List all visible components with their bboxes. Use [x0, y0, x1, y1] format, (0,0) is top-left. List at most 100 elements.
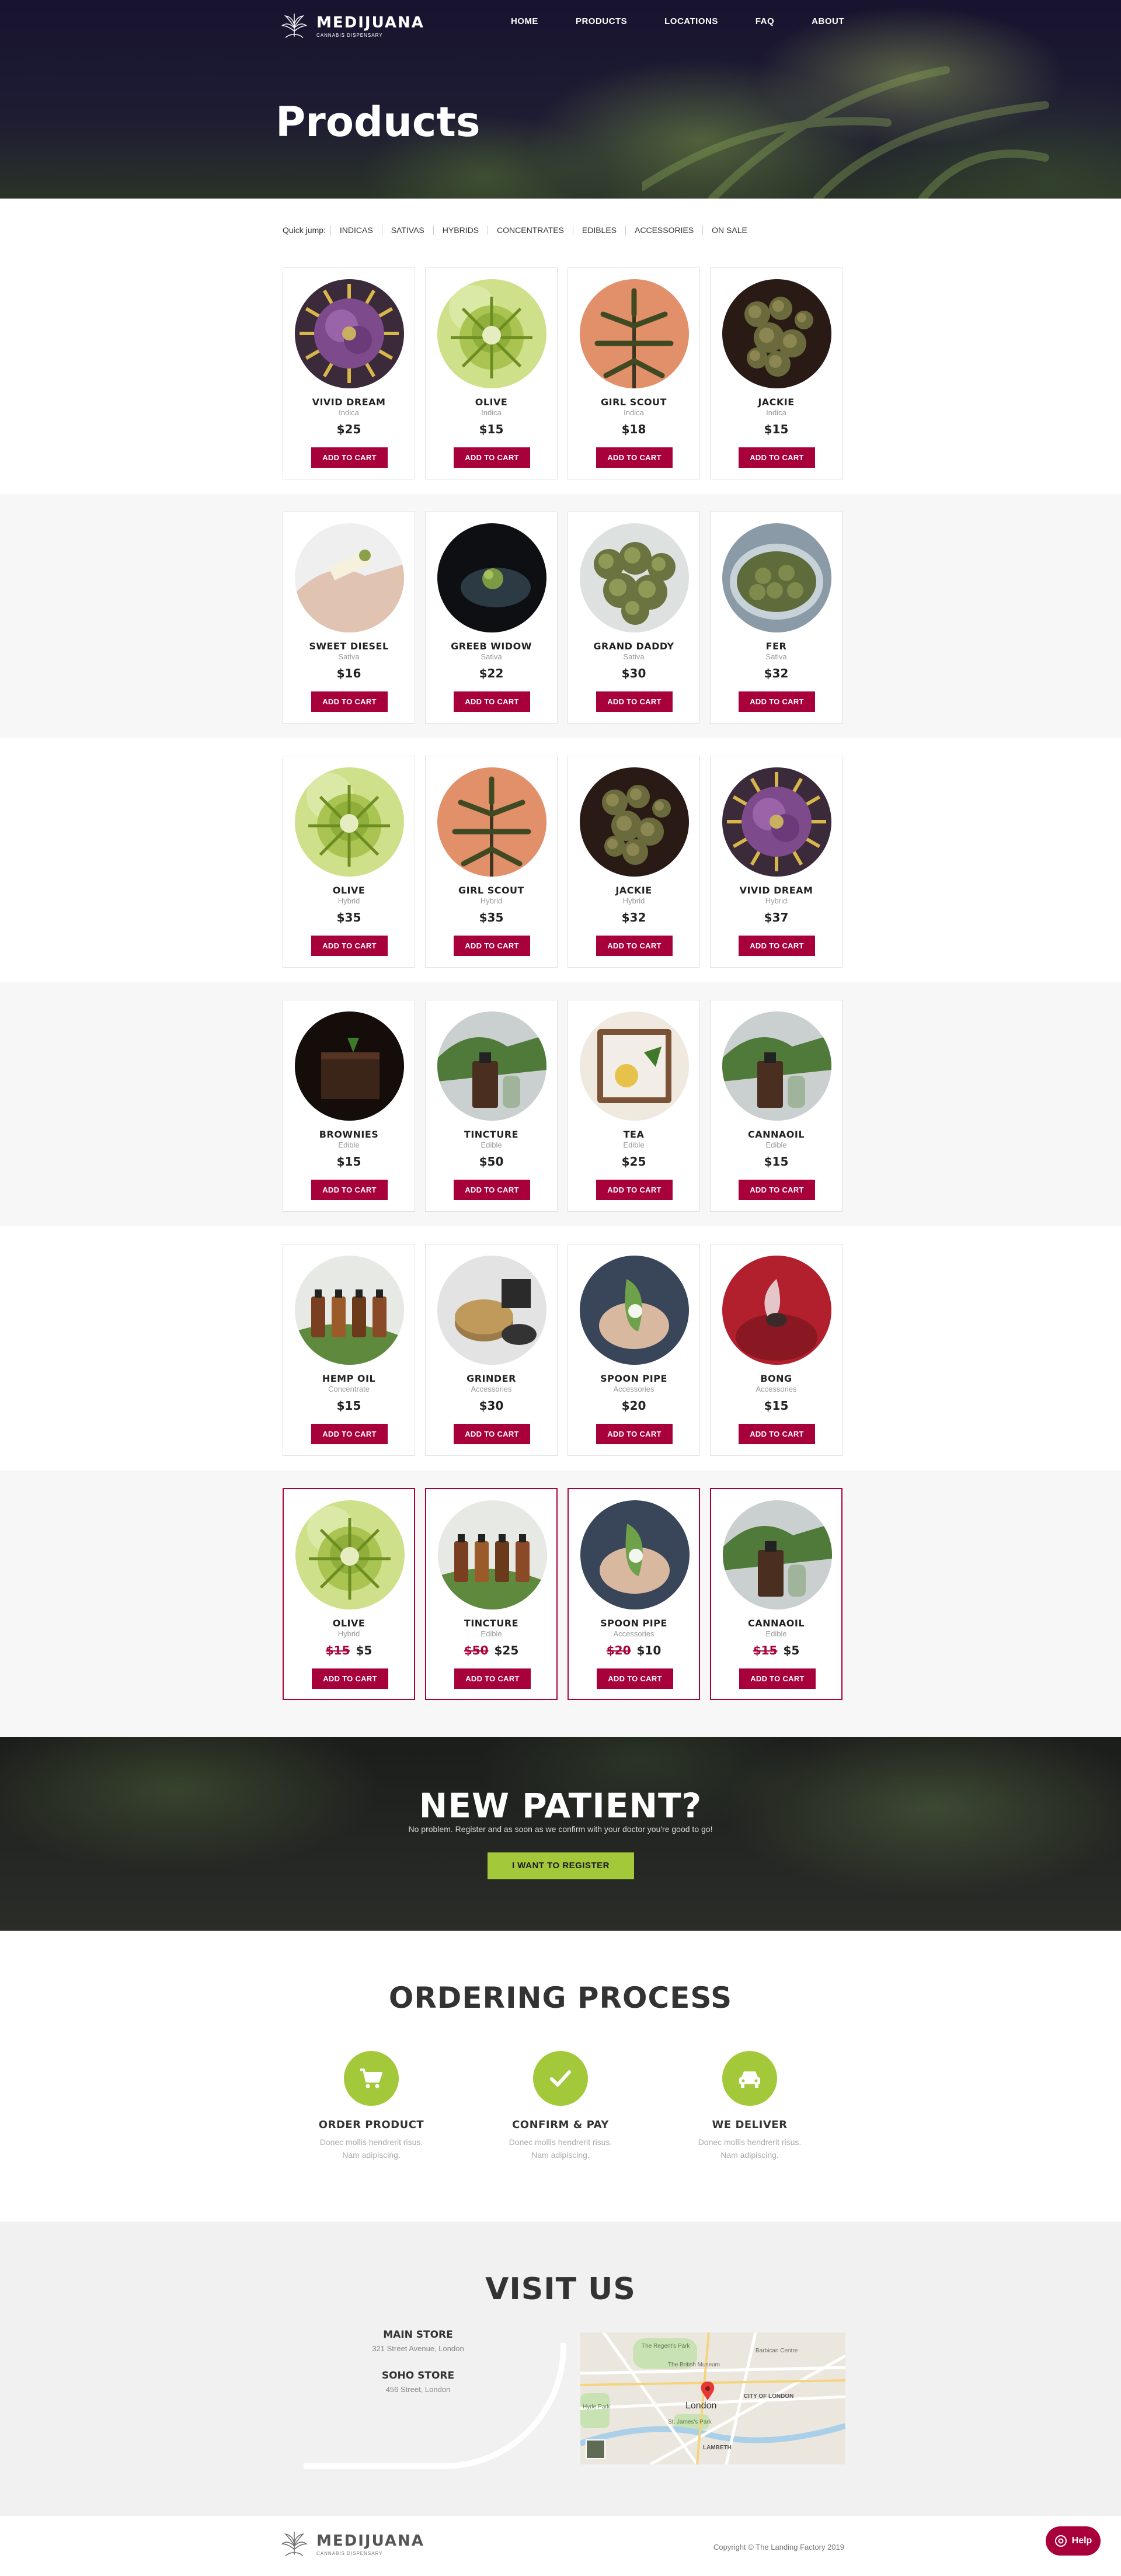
nav-products[interactable]: PRODUCTS — [576, 16, 627, 26]
product-card[interactable]: JACKIE Hybrid $32 ADD TO CART — [568, 756, 700, 968]
product-image[interactable] — [295, 767, 404, 877]
quick-jump-label: Quick jump: — [283, 225, 326, 235]
add-to-cart-button[interactable]: ADD TO CART — [739, 447, 815, 468]
add-to-cart-button[interactable]: ADD TO CART — [739, 1180, 815, 1200]
add-to-cart-button[interactable]: ADD TO CART — [597, 1668, 673, 1689]
product-name: VIVID DREAM — [739, 885, 813, 896]
product-card[interactable]: GIRL SCOUT Hybrid $35 ADD TO CART — [425, 756, 558, 968]
product-card[interactable]: OLIVE Hybrid $35 ADD TO CART — [283, 756, 415, 968]
product-image[interactable] — [722, 767, 831, 877]
add-to-cart-button[interactable]: ADD TO CART — [454, 936, 530, 956]
nav-locations[interactable]: LOCATIONS — [664, 16, 718, 26]
map-label: St. James's Park — [668, 2419, 712, 2425]
quick-jump-concentrates[interactable]: CONCENTRATES — [488, 225, 573, 235]
add-to-cart-button[interactable]: ADD TO CART — [596, 447, 673, 468]
product-card[interactable]: HEMP OIL Concentrate $15 ADD TO CART — [283, 1244, 415, 1456]
product-category: Accessories — [756, 1385, 797, 1393]
section-hybrids: OLIVE Hybrid $35 ADD TO CART GIRL SCOUT Hybri… — [0, 738, 1121, 982]
product-card[interactable]: SPOON PIPE Accessories $20 $10 ADD TO CART — [568, 1488, 700, 1700]
product-card[interactable]: TINCTURE Edible $50 $25 ADD TO CART — [425, 1488, 558, 1700]
product-image[interactable] — [295, 279, 404, 388]
product-price-row: $16 — [283, 666, 415, 680]
nav-faq[interactable]: FAQ — [756, 16, 774, 26]
product-image[interactable] — [438, 1500, 547, 1609]
product-card[interactable]: TINCTURE Edible $50 ADD TO CART — [425, 1000, 558, 1212]
product-image[interactable] — [437, 279, 546, 388]
product-price-row: $20 — [568, 1399, 699, 1413]
product-image[interactable] — [437, 1256, 546, 1365]
product-image[interactable] — [295, 1500, 405, 1609]
add-to-cart-button[interactable]: ADD TO CART — [596, 1424, 673, 1444]
add-to-cart-button[interactable]: ADD TO CART — [311, 936, 388, 956]
add-to-cart-button[interactable]: ADD TO CART — [312, 1668, 388, 1689]
product-image[interactable] — [437, 523, 546, 632]
product-image[interactable] — [437, 767, 546, 877]
product-image[interactable] — [723, 1500, 832, 1609]
product-card[interactable]: TEA Edible $25 ADD TO CART — [568, 1000, 700, 1212]
quick-jump-sativas[interactable]: SATIVAS — [381, 225, 433, 235]
add-to-cart-button[interactable]: ADD TO CART — [739, 1424, 815, 1444]
product-price-row: $15 — [711, 1399, 842, 1413]
nav-about[interactable]: ABOUT — [812, 16, 844, 26]
product-image[interactable] — [722, 523, 831, 632]
add-to-cart-button[interactable]: ADD TO CART — [596, 1180, 673, 1200]
logo[interactable]: MEDIJUANA CANNABIS DISPENSARY — [278, 9, 424, 42]
quick-jump-indicas[interactable]: INDICAS — [330, 225, 382, 235]
product-card[interactable]: FER Sativa $32 ADD TO CART — [710, 512, 843, 724]
add-to-cart-button[interactable]: ADD TO CART — [596, 691, 673, 712]
product-card[interactable]: CANNAOIL Edible $15 $5 ADD TO CART — [710, 1488, 843, 1700]
product-card[interactable]: OLIVE Hybrid $15 $5 ADD TO CART — [283, 1488, 415, 1700]
add-to-cart-button[interactable]: ADD TO CART — [311, 1180, 388, 1200]
product-image[interactable] — [295, 1011, 404, 1121]
product-image[interactable] — [580, 523, 689, 632]
register-button[interactable]: I WANT TO REGISTER — [488, 1852, 634, 1879]
help-button[interactable]: Help — [1046, 2526, 1101, 2556]
quick-jump-edibles[interactable]: EDIBLES — [572, 225, 625, 235]
add-to-cart-button[interactable]: ADD TO CART — [739, 936, 815, 956]
product-card[interactable]: GREEB WIDOW Sativa $22 ADD TO CART — [425, 512, 558, 724]
add-to-cart-button[interactable]: ADD TO CART — [454, 447, 530, 468]
product-card[interactable]: GRINDER Accessories $30 ADD TO CART — [425, 1244, 558, 1456]
product-card[interactable]: SPOON PIPE Accessories $20 ADD TO CART — [568, 1244, 700, 1456]
add-to-cart-button[interactable]: ADD TO CART — [454, 1668, 531, 1689]
add-to-cart-button[interactable]: ADD TO CART — [454, 1180, 530, 1200]
product-image[interactable] — [722, 279, 831, 388]
product-image[interactable] — [295, 1256, 404, 1365]
product-card[interactable]: OLIVE Indica $15 ADD TO CART — [425, 267, 558, 479]
nav-home[interactable]: HOME — [511, 16, 538, 26]
add-to-cart-button[interactable]: ADD TO CART — [596, 936, 673, 956]
product-card[interactable]: GIRL SCOUT Indica $18 ADD TO CART — [568, 267, 700, 479]
old-price: $15 — [753, 1643, 778, 1657]
product-image[interactable] — [722, 1011, 831, 1121]
product-card[interactable]: BROWNIES Edible $15 ADD TO CART — [283, 1000, 415, 1212]
product-price-row: $25 — [568, 1155, 699, 1169]
product-image[interactable] — [580, 1256, 689, 1365]
product-card[interactable]: BONG Accessories $15 ADD TO CART — [710, 1244, 843, 1456]
product-image[interactable] — [722, 1256, 831, 1365]
product-image[interactable] — [580, 767, 689, 877]
add-to-cart-button[interactable]: ADD TO CART — [311, 691, 388, 712]
footer-logo[interactable]: MEDIJUANA CANNABIS DISPENSARY — [278, 2528, 424, 2560]
add-to-cart-button[interactable]: ADD TO CART — [739, 1668, 816, 1689]
location-map[interactable]: The Regent's Park The British Museum Bar… — [580, 2332, 845, 2464]
product-image[interactable] — [580, 1500, 690, 1609]
product-card[interactable]: SWEET DIESEL Sativa $16 ADD TO CART — [283, 512, 415, 724]
product-grid: HEMP OIL Concentrate $15 ADD TO CART GRINDER… — [283, 1244, 843, 1456]
quick-jump-accessories[interactable]: ACCESSORIES — [625, 225, 702, 235]
add-to-cart-button[interactable]: ADD TO CART — [454, 1424, 530, 1444]
product-card[interactable]: CANNAOIL Edible $15 ADD TO CART — [710, 1000, 843, 1212]
add-to-cart-button[interactable]: ADD TO CART — [739, 691, 815, 712]
product-card[interactable]: GRAND DADDY Sativa $30 ADD TO CART — [568, 512, 700, 724]
product-card[interactable]: VIVID DREAM Indica $25 ADD TO CART — [283, 267, 415, 479]
product-image[interactable] — [580, 1011, 689, 1121]
add-to-cart-button[interactable]: ADD TO CART — [311, 1424, 388, 1444]
quick-jump-on-sale[interactable]: ON SALE — [702, 225, 756, 235]
add-to-cart-button[interactable]: ADD TO CART — [311, 447, 388, 468]
product-card[interactable]: VIVID DREAM Hybrid $37 ADD TO CART — [710, 756, 843, 968]
product-image[interactable] — [295, 523, 404, 632]
quick-jump-hybrids[interactable]: HYBRIDS — [433, 225, 488, 235]
add-to-cart-button[interactable]: ADD TO CART — [454, 691, 530, 712]
product-card[interactable]: JACKIE Indica $15 ADD TO CART — [710, 267, 843, 479]
product-image[interactable] — [580, 279, 689, 388]
product-image[interactable] — [437, 1011, 546, 1121]
